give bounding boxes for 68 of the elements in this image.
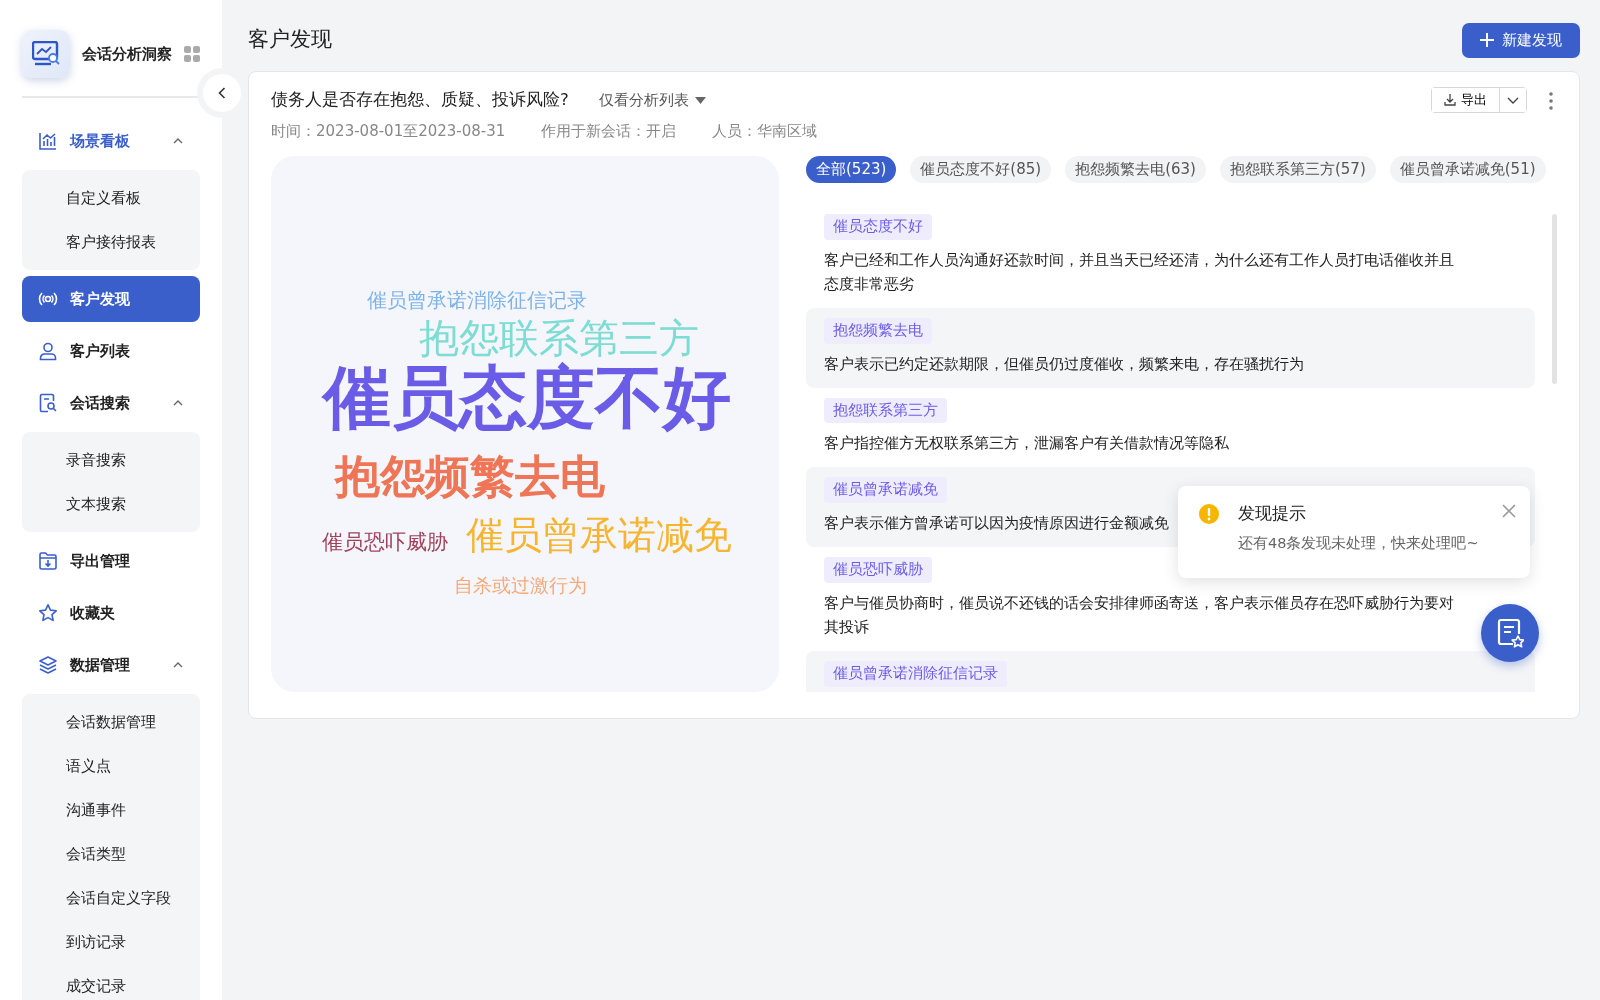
caret-icon xyxy=(694,96,706,104)
submenu-item[interactable]: 语义点 xyxy=(22,744,200,788)
finding-tag: 催员恐吓威胁 xyxy=(824,557,932,583)
finding-text: 客户表示催方曾承诺可以因为疫情原因进行金额减免 xyxy=(824,514,1169,533)
cloud-word: 催员态度不好 xyxy=(323,364,731,432)
apps-grid-icon xyxy=(184,46,200,62)
sidebar-item[interactable]: 导出管理 xyxy=(22,538,200,584)
download-icon xyxy=(1444,94,1456,106)
meta-text: 作用于新会话：开启 xyxy=(541,120,677,142)
question-title: 债务人是否存在抱怨、质疑、投诉风险? xyxy=(271,88,569,111)
close-icon xyxy=(1502,504,1516,518)
finding-tag: 催员曾承诺消除征信记录 xyxy=(824,660,1007,687)
submenu-item[interactable]: 会话自定义字段 xyxy=(22,876,200,920)
view-filter-dropdown[interactable]: 仅看分析列表 xyxy=(598,88,706,112)
toast-title: 发现提示 xyxy=(1238,503,1306,525)
person-icon xyxy=(38,341,58,361)
submenu-item[interactable]: 文本搜索 xyxy=(22,482,200,526)
cloud-word: 催员恐吓威胁 xyxy=(322,532,448,553)
submenu-item[interactable]: 沟通事件 xyxy=(22,788,200,832)
star-icon xyxy=(38,603,58,623)
finding-tag: 催员态度不好 xyxy=(824,214,932,240)
warning-icon xyxy=(1198,503,1220,525)
sidebar-item[interactable]: 客户列表 xyxy=(22,328,200,374)
cloud-word: 自杀或过激行为 xyxy=(454,576,587,595)
filter-chip[interactable]: 全部(523) xyxy=(806,156,897,183)
chart-icon xyxy=(38,131,58,151)
submenu-item[interactable]: 客户接待报表 xyxy=(22,220,200,264)
cloud-word: 抱怨联系第三方 xyxy=(419,318,699,358)
submenu-item[interactable]: 成交记录 xyxy=(22,964,200,1000)
page-title: 客户发现 xyxy=(248,26,332,54)
sidebar-item[interactable]: 会话搜索 xyxy=(22,380,200,426)
sidebar-item[interactable]: 场景看板 xyxy=(22,118,200,164)
document-star-icon xyxy=(1496,618,1524,648)
finding-tag: 抱怨频繁去电 xyxy=(824,317,932,344)
finding-text: 客户与催员协商时，催员说不还钱的话会安排律师函寄送，客户表示催员存在恐吓威胁行为要对其投诉 xyxy=(824,593,1455,637)
sidebar-item[interactable]: 收藏夹 xyxy=(22,590,200,636)
document-search-icon xyxy=(38,393,58,413)
filter-chip[interactable]: 催员态度不好(85) xyxy=(910,156,1052,183)
sidebar-item[interactable]: 客户发现 xyxy=(22,276,200,322)
cloud-word: 催员曾承诺消除征信记录 xyxy=(367,290,587,310)
cloud-word: 抱怨频繁去电 xyxy=(335,454,605,499)
submenu-item[interactable]: 会话数据管理 xyxy=(22,700,200,744)
submenu-item[interactable]: 录音搜索 xyxy=(22,438,200,482)
submenu-item[interactable]: 会话类型 xyxy=(22,832,200,876)
cloud-word: 催员曾承诺减免 xyxy=(466,516,732,554)
finding-tag: 催员曾承诺减免 xyxy=(824,477,947,503)
filter-chip[interactable]: 抱怨联系第三方(57) xyxy=(1219,156,1376,183)
submenu-item[interactable]: 到访记录 xyxy=(22,920,200,964)
plus-icon xyxy=(1480,33,1494,47)
filter-chip[interactable]: 抱怨频繁去电(63) xyxy=(1065,156,1206,183)
toast-message: 还有48条发现未处理，快来处理吧~ xyxy=(1238,533,1479,553)
folder-download-icon xyxy=(38,551,58,571)
more-icon xyxy=(1549,91,1553,110)
layers-icon xyxy=(38,655,58,675)
new-discovery-button[interactable]: 新建发现 xyxy=(1462,22,1580,58)
filter-chip[interactable]: 催员曾承诺减免(51) xyxy=(1389,156,1546,183)
app-logo xyxy=(22,30,70,78)
floating-action-button[interactable] xyxy=(1481,604,1539,662)
finding-text: 客户已经和工作人员沟通好还款时间，并且当天已经还清，为什么还有工作人员打电话催收并且态度非常恶劣 xyxy=(824,250,1455,294)
finding-text: 客户表示已约定还款期限，但催员仍过度催收，频繁来电，存在骚扰行为 xyxy=(824,354,1304,374)
finding-tag: 抱怨联系第三方 xyxy=(824,397,947,424)
meta-text: 人员：华南区域 xyxy=(712,120,818,142)
finding-text: 客户指控催方无权联系第三方，泄漏客户有关借款情况等隐私 xyxy=(824,434,1229,454)
submenu-item[interactable]: 自定义看板 xyxy=(22,176,200,220)
meta-text: 时间：2023-08-01至2023-08-31 xyxy=(271,120,506,142)
export-menu-button[interactable] xyxy=(1499,88,1526,112)
sidebar-item[interactable]: 数据管理 xyxy=(22,642,200,688)
app-title: 会话分析洞察 xyxy=(82,43,172,65)
